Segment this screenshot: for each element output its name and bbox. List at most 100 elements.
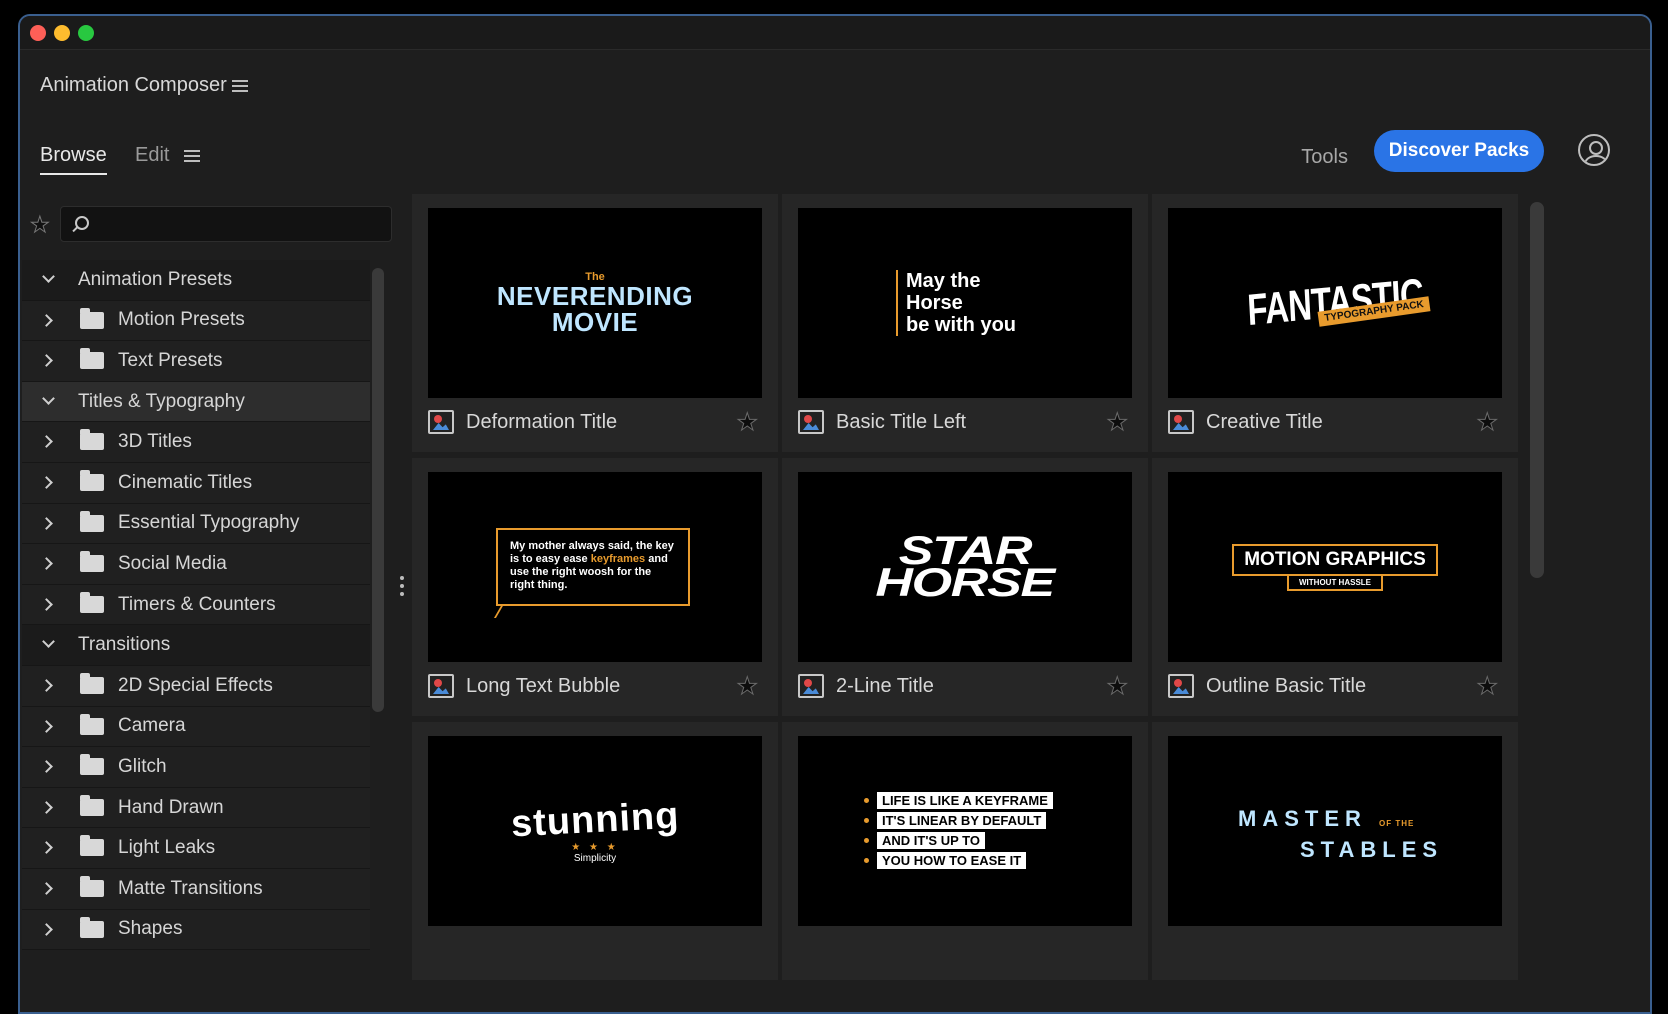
preset-card[interactable]: MOTION GRAPHICS WITHOUT HASSLE Outline B… (1152, 458, 1518, 716)
tree-item-2d-special-effects[interactable]: 2D Special Effects (22, 665, 370, 707)
tab-edit[interactable]: Edit (135, 144, 169, 167)
preset-card[interactable]: MASTER OF THE STABLES (1152, 722, 1518, 980)
discover-packs-button[interactable]: Discover Packs (1374, 130, 1544, 172)
tree-item-glitch[interactable]: Glitch (22, 747, 370, 788)
preset-thumbnail[interactable]: MOTION GRAPHICS WITHOUT HASSLE (1168, 472, 1502, 662)
tree-item-cinematic-titles[interactable]: Cinematic Titles (22, 462, 370, 504)
panel-splitter-handle[interactable] (400, 576, 404, 600)
preset-thumbnail[interactable]: My mother always said, the key is to eas… (428, 472, 762, 662)
thumb-text: YOU HOW TO EASE IT (877, 852, 1027, 869)
tree-label: Animation Presets (78, 268, 233, 290)
chevron-right-icon[interactable] (40, 516, 53, 530)
favorite-star-icon[interactable]: ★ (1476, 408, 1498, 437)
tree-group-transitions[interactable]: Transitions (22, 625, 370, 666)
folder-icon (80, 794, 104, 816)
preset-thumbnail[interactable]: STAR HORSE (798, 472, 1132, 662)
folder-icon (80, 510, 104, 532)
edit-menu-icon[interactable] (184, 150, 200, 162)
tree-group-titles-typography[interactable]: Titles & Typography (22, 381, 370, 423)
preset-thumbnail[interactable]: The NEVERENDING MOVIE (428, 208, 762, 398)
tree-group-animation-presets[interactable]: Animation Presets (22, 260, 370, 301)
preset-card[interactable]: FANTASTIC TYPOGRAPHY PACK Creative Title… (1152, 194, 1518, 452)
preset-card[interactable]: LIFE IS LIKE A KEYFRAME IT'S LINEAR BY D… (782, 722, 1148, 980)
category-tree: Animation Presets Motion Presets Text Pr… (22, 260, 370, 951)
preset-type-icon (798, 410, 824, 434)
tab-browse[interactable]: Browse (40, 144, 107, 175)
tree-item-motion-presets[interactable]: Motion Presets (22, 300, 370, 342)
chevron-right-icon[interactable] (40, 841, 53, 855)
chevron-right-icon[interactable] (40, 435, 53, 449)
folder-icon (80, 591, 104, 613)
folder-icon (80, 551, 104, 573)
favorite-star-icon[interactable]: ★ (1476, 672, 1498, 701)
grid-scrollbar[interactable] (1530, 202, 1544, 578)
card-title: Long Text Bubble (466, 675, 621, 697)
chevron-right-icon[interactable] (40, 719, 53, 733)
chevron-right-icon[interactable] (40, 557, 53, 571)
thumb-text: MASTER (1238, 806, 1367, 831)
tree-item-essential-typography[interactable]: Essential Typography (22, 503, 370, 545)
chevron-down-icon[interactable] (42, 391, 55, 405)
preset-type-icon (428, 674, 454, 698)
preset-card[interactable]: STAR HORSE 2-Line Title ★ (782, 458, 1148, 716)
tree-item-text-presets[interactable]: Text Presets (22, 341, 370, 382)
thumb-text: MOVIE (551, 307, 639, 337)
favorite-star-icon[interactable]: ★ (736, 672, 758, 701)
app-menu-icon[interactable] (232, 80, 248, 92)
chevron-right-icon[interactable] (40, 800, 53, 814)
chevron-right-icon[interactable] (40, 476, 53, 489)
favorite-star-icon[interactable]: ★ (736, 408, 758, 437)
thumb-text: be with you (906, 314, 1016, 336)
tree-item-matte-transitions[interactable]: Matte Transitions (22, 868, 370, 910)
favorites-star-icon[interactable]: ★ (30, 212, 51, 238)
tree-label: Text Presets (118, 349, 223, 371)
chevron-right-icon[interactable] (40, 882, 53, 895)
chevron-down-icon[interactable] (42, 270, 55, 283)
user-account-icon[interactable] (1578, 134, 1610, 166)
preset-card[interactable]: The NEVERENDING MOVIE Deformation Title … (412, 194, 778, 452)
chevron-right-icon[interactable] (40, 313, 53, 327)
tree-item-shapes[interactable]: Shapes (22, 909, 370, 951)
tools-button[interactable]: Tools (1301, 146, 1348, 169)
maximize-window-button[interactable] (78, 25, 94, 41)
chevron-right-icon[interactable] (40, 760, 53, 773)
chevron-right-icon[interactable] (40, 679, 53, 692)
tree-item-3d-titles[interactable]: 3D Titles (22, 422, 370, 463)
tree-label: Titles & Typography (78, 390, 245, 412)
tree-item-social-media[interactable]: Social Media (22, 544, 370, 585)
sidebar-scrollbar[interactable] (372, 268, 384, 712)
search-icon (75, 216, 89, 230)
preset-thumbnail[interactable]: May the Horse be with you (798, 208, 1132, 398)
favorite-star-icon[interactable]: ★ (1106, 672, 1128, 701)
tree-item-camera[interactable]: Camera (22, 706, 370, 748)
preset-card[interactable]: My mother always said, the key is to eas… (412, 458, 778, 716)
folder-icon (80, 835, 104, 857)
preset-thumbnail[interactable]: LIFE IS LIKE A KEYFRAME IT'S LINEAR BY D… (798, 736, 1132, 926)
thumb-text: keyframes (590, 553, 646, 565)
tree-item-timers-counters[interactable]: Timers & Counters (22, 584, 370, 626)
tree-label: Light Leaks (118, 837, 216, 859)
card-title: Deformation Title (466, 411, 618, 433)
chevron-right-icon[interactable] (40, 922, 53, 936)
preset-card[interactable]: stunning ★ ★ ★ Simplicity (412, 722, 778, 980)
search-input[interactable] (60, 206, 392, 242)
favorite-star-icon[interactable]: ★ (1106, 408, 1128, 437)
preset-thumbnail[interactable]: MASTER OF THE STABLES (1168, 736, 1502, 926)
chevron-down-icon[interactable] (42, 635, 55, 649)
folder-icon (80, 307, 104, 329)
minimize-window-button[interactable] (54, 25, 70, 41)
chevron-right-icon[interactable] (40, 597, 53, 611)
app-header: Animation Composer (20, 50, 1650, 130)
folder-icon (80, 348, 104, 370)
bubble-tail (493, 604, 517, 618)
preset-thumbnail[interactable]: FANTASTIC TYPOGRAPHY PACK (1168, 208, 1502, 398)
tree-item-hand-drawn[interactable]: Hand Drawn (22, 787, 370, 829)
thumb-text: ★ ★ ★ (571, 841, 619, 853)
tree-item-light-leaks[interactable]: Light Leaks (22, 828, 370, 869)
preset-thumbnail[interactable]: stunning ★ ★ ★ Simplicity (428, 736, 762, 926)
preset-card[interactable]: May the Horse be with you Basic Title Le… (782, 194, 1148, 452)
thumb-text: May the (906, 270, 981, 292)
preset-grid: The NEVERENDING MOVIE Deformation Title … (412, 194, 1520, 1012)
close-window-button[interactable] (30, 25, 46, 41)
chevron-right-icon[interactable] (40, 354, 53, 368)
